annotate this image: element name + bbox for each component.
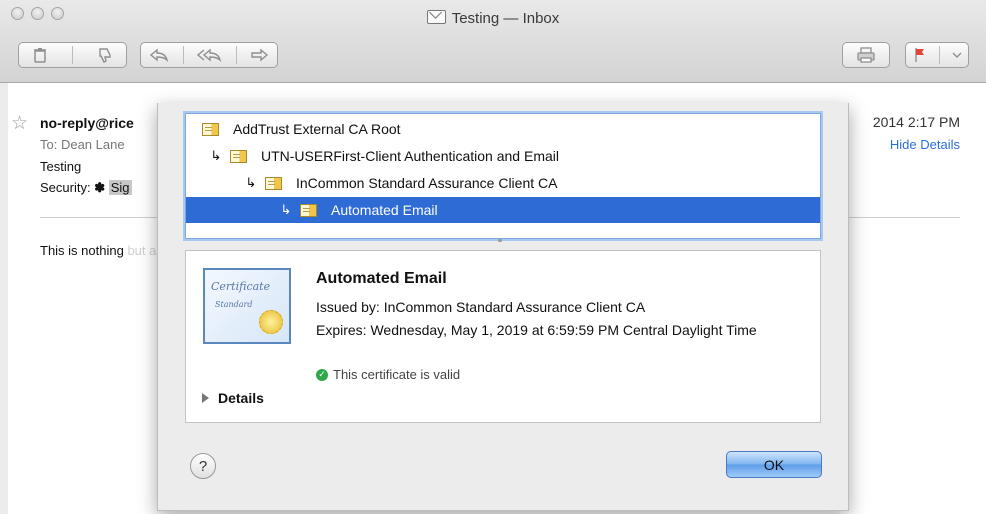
trash-icon[interactable] xyxy=(31,46,49,64)
toolbar-separator xyxy=(71,46,73,64)
tree-row-label: AddTrust External CA Root xyxy=(233,121,401,137)
message-date: 2014 2:17 PM xyxy=(872,114,960,130)
split-view-handle[interactable] xyxy=(498,239,502,242)
certificate-issuer: Issued by: InCommon Standard Assurance C… xyxy=(316,299,646,315)
tree-row-intermediate-2[interactable]: ↳ InCommon Standard Assurance Client CA xyxy=(186,170,820,196)
message-body-text: This is nothing xyxy=(40,243,124,258)
toolbar-separator xyxy=(236,46,238,64)
security-label: Security: xyxy=(40,180,91,195)
envelope-icon xyxy=(426,10,446,24)
seal-check-icon: ✽ xyxy=(94,180,106,195)
certificate-image: Certificate Standard xyxy=(203,268,291,344)
delete-junk-group xyxy=(18,42,127,68)
disclosure-triangle-icon xyxy=(202,393,209,403)
certificate-chain-tree: AddTrust External CA Root ↳ UTN-USERFirs… xyxy=(185,113,821,239)
certificate-icon xyxy=(230,149,247,163)
certificate-image-subtitle: Standard xyxy=(215,300,253,309)
certificate-icon xyxy=(265,176,282,190)
flag-icon xyxy=(912,46,928,64)
tree-row-leaf-selected[interactable]: ↳ Automated Email xyxy=(186,197,820,223)
signed-link[interactable]: Sig xyxy=(108,180,132,195)
star-icon[interactable]: ☆ xyxy=(11,112,28,135)
toolbar-separator xyxy=(939,46,941,64)
hide-details-link[interactable]: Hide Details xyxy=(890,137,960,152)
tree-row-intermediate-1[interactable]: ↳ UTN-USERFirst-Client Authentication an… xyxy=(186,143,820,169)
junk-thumbs-down-icon[interactable] xyxy=(96,46,114,64)
window-titlebar: Testing — Inbox xyxy=(0,0,986,83)
certificate-status-text: This certificate is valid xyxy=(333,367,461,382)
reply-all-icon[interactable] xyxy=(196,47,223,63)
certificate-icon xyxy=(202,122,219,136)
seal-icon xyxy=(259,310,283,334)
message-to[interactable]: To: Dean Lane xyxy=(40,137,125,152)
message-subject: Testing xyxy=(40,159,82,174)
details-label: Details xyxy=(218,390,264,406)
reply-group xyxy=(140,42,278,68)
printer-icon xyxy=(856,46,876,64)
message-from[interactable]: no-reply@rice xyxy=(40,115,134,131)
certificate-icon xyxy=(300,203,317,217)
forward-icon[interactable] xyxy=(250,47,270,63)
child-arrow-icon: ↳ xyxy=(280,202,292,217)
tree-row-label: UTN-USERFirst-Client Authentication and … xyxy=(261,148,559,164)
toolbar-separator xyxy=(182,46,184,64)
window-title-text: Testing — Inbox xyxy=(451,10,560,27)
tree-row-label: Automated Email xyxy=(331,202,438,218)
child-arrow-icon: ↳ xyxy=(245,175,257,190)
chevron-down-icon[interactable] xyxy=(952,51,962,59)
tree-row-root[interactable]: AddTrust External CA Root xyxy=(186,116,820,142)
message-security: Security: ✽ Sig xyxy=(40,180,132,196)
certificate-image-title: Certificate xyxy=(211,280,271,293)
certificate-status: ✓ This certificate is valid xyxy=(316,367,460,382)
help-button[interactable]: ? xyxy=(190,453,216,479)
flag-button[interactable] xyxy=(905,42,969,68)
certificate-name: Automated Email xyxy=(316,270,447,287)
valid-check-icon: ✓ xyxy=(316,368,328,381)
tree-row-label: InCommon Standard Assurance Client CA xyxy=(296,175,558,191)
child-arrow-icon: ↳ xyxy=(210,148,222,163)
reply-icon[interactable] xyxy=(148,47,170,63)
print-button[interactable] xyxy=(842,42,890,68)
certificate-sheet: AddTrust External CA Root ↳ UTN-USERFirs… xyxy=(157,103,849,511)
ok-button[interactable]: OK xyxy=(726,451,822,478)
certificate-expiry: Expires: Wednesday, May 1, 2019 at 6:59:… xyxy=(316,322,757,338)
certificate-detail-panel: Certificate Standard Automated Email Iss… xyxy=(185,250,821,423)
details-disclosure[interactable]: Details xyxy=(202,390,264,406)
window-title: Testing — Inbox xyxy=(0,10,986,27)
